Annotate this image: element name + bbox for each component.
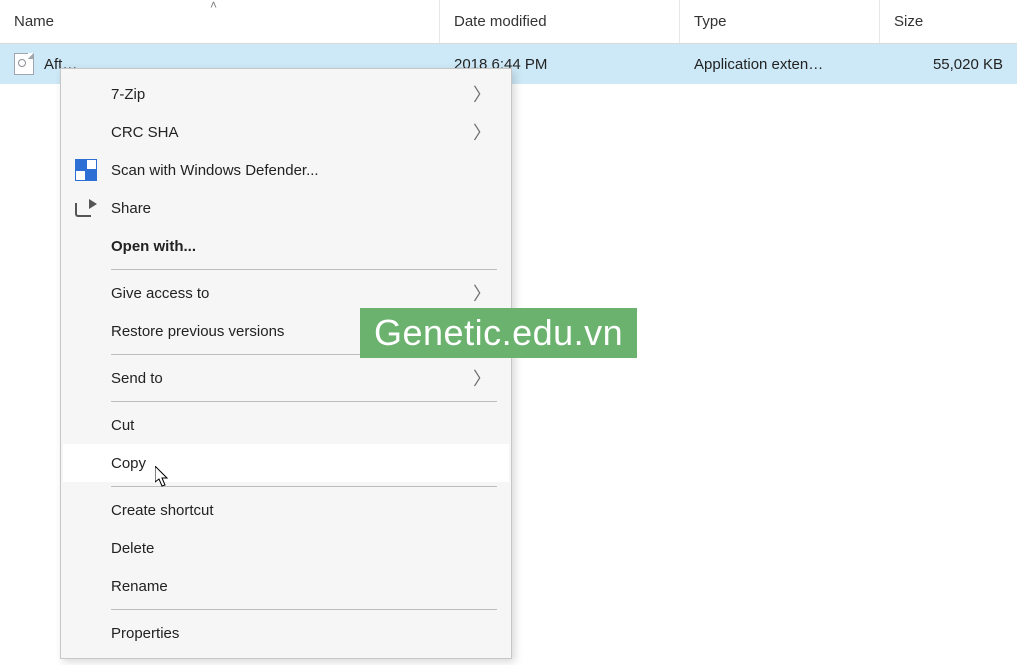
chevron-right-icon: 〉 (473, 365, 491, 391)
menu-separator (111, 401, 497, 402)
column-name-label: Name (14, 13, 54, 30)
menu-create-shortcut[interactable]: Create shortcut (63, 491, 509, 529)
column-header: Name ˄ Date modified Type Size (0, 0, 1017, 44)
file-size: 55,020 KB (933, 56, 1003, 73)
menu-separator (111, 354, 497, 355)
share-icon (75, 199, 111, 217)
menu-crc-sha[interactable]: CRC SHA 〉 (63, 113, 509, 151)
column-date[interactable]: Date modified (440, 0, 680, 43)
menu-7zip[interactable]: 7-Zip 〉 (63, 75, 509, 113)
menu-separator (111, 609, 497, 610)
menu-send-to[interactable]: Send to 〉 (63, 359, 509, 397)
menu-windows-defender[interactable]: Scan with Windows Defender... (63, 151, 509, 189)
column-date-label: Date modified (454, 13, 547, 30)
menu-delete[interactable]: Delete (63, 529, 509, 567)
menu-share[interactable]: Share (63, 189, 509, 227)
menu-restore-previous-versions[interactable]: Restore previous versions (63, 312, 509, 350)
menu-rename[interactable]: Rename (63, 567, 509, 605)
menu-open-with[interactable]: Open with... (63, 227, 509, 265)
column-size[interactable]: Size (880, 0, 1017, 43)
column-name[interactable]: Name ˄ (0, 0, 440, 43)
dll-file-icon (14, 53, 34, 75)
context-menu: 7-Zip 〉 CRC SHA 〉 Scan with Windows Defe… (60, 68, 512, 659)
chevron-right-icon: 〉 (473, 280, 491, 306)
chevron-right-icon: 〉 (473, 119, 491, 145)
menu-separator (111, 486, 497, 487)
column-size-label: Size (894, 13, 923, 30)
chevron-right-icon: 〉 (473, 81, 491, 107)
column-type-label: Type (694, 13, 727, 30)
column-type[interactable]: Type (680, 0, 880, 43)
shield-icon (75, 159, 111, 181)
menu-properties[interactable]: Properties (63, 614, 509, 652)
menu-copy[interactable]: Copy (63, 444, 509, 482)
menu-separator (111, 269, 497, 270)
menu-give-access-to[interactable]: Give access to 〉 (63, 274, 509, 312)
menu-cut[interactable]: Cut (63, 406, 509, 444)
sort-ascending-icon: ˄ (210, 0, 217, 12)
file-type: Application exten… (694, 56, 823, 73)
